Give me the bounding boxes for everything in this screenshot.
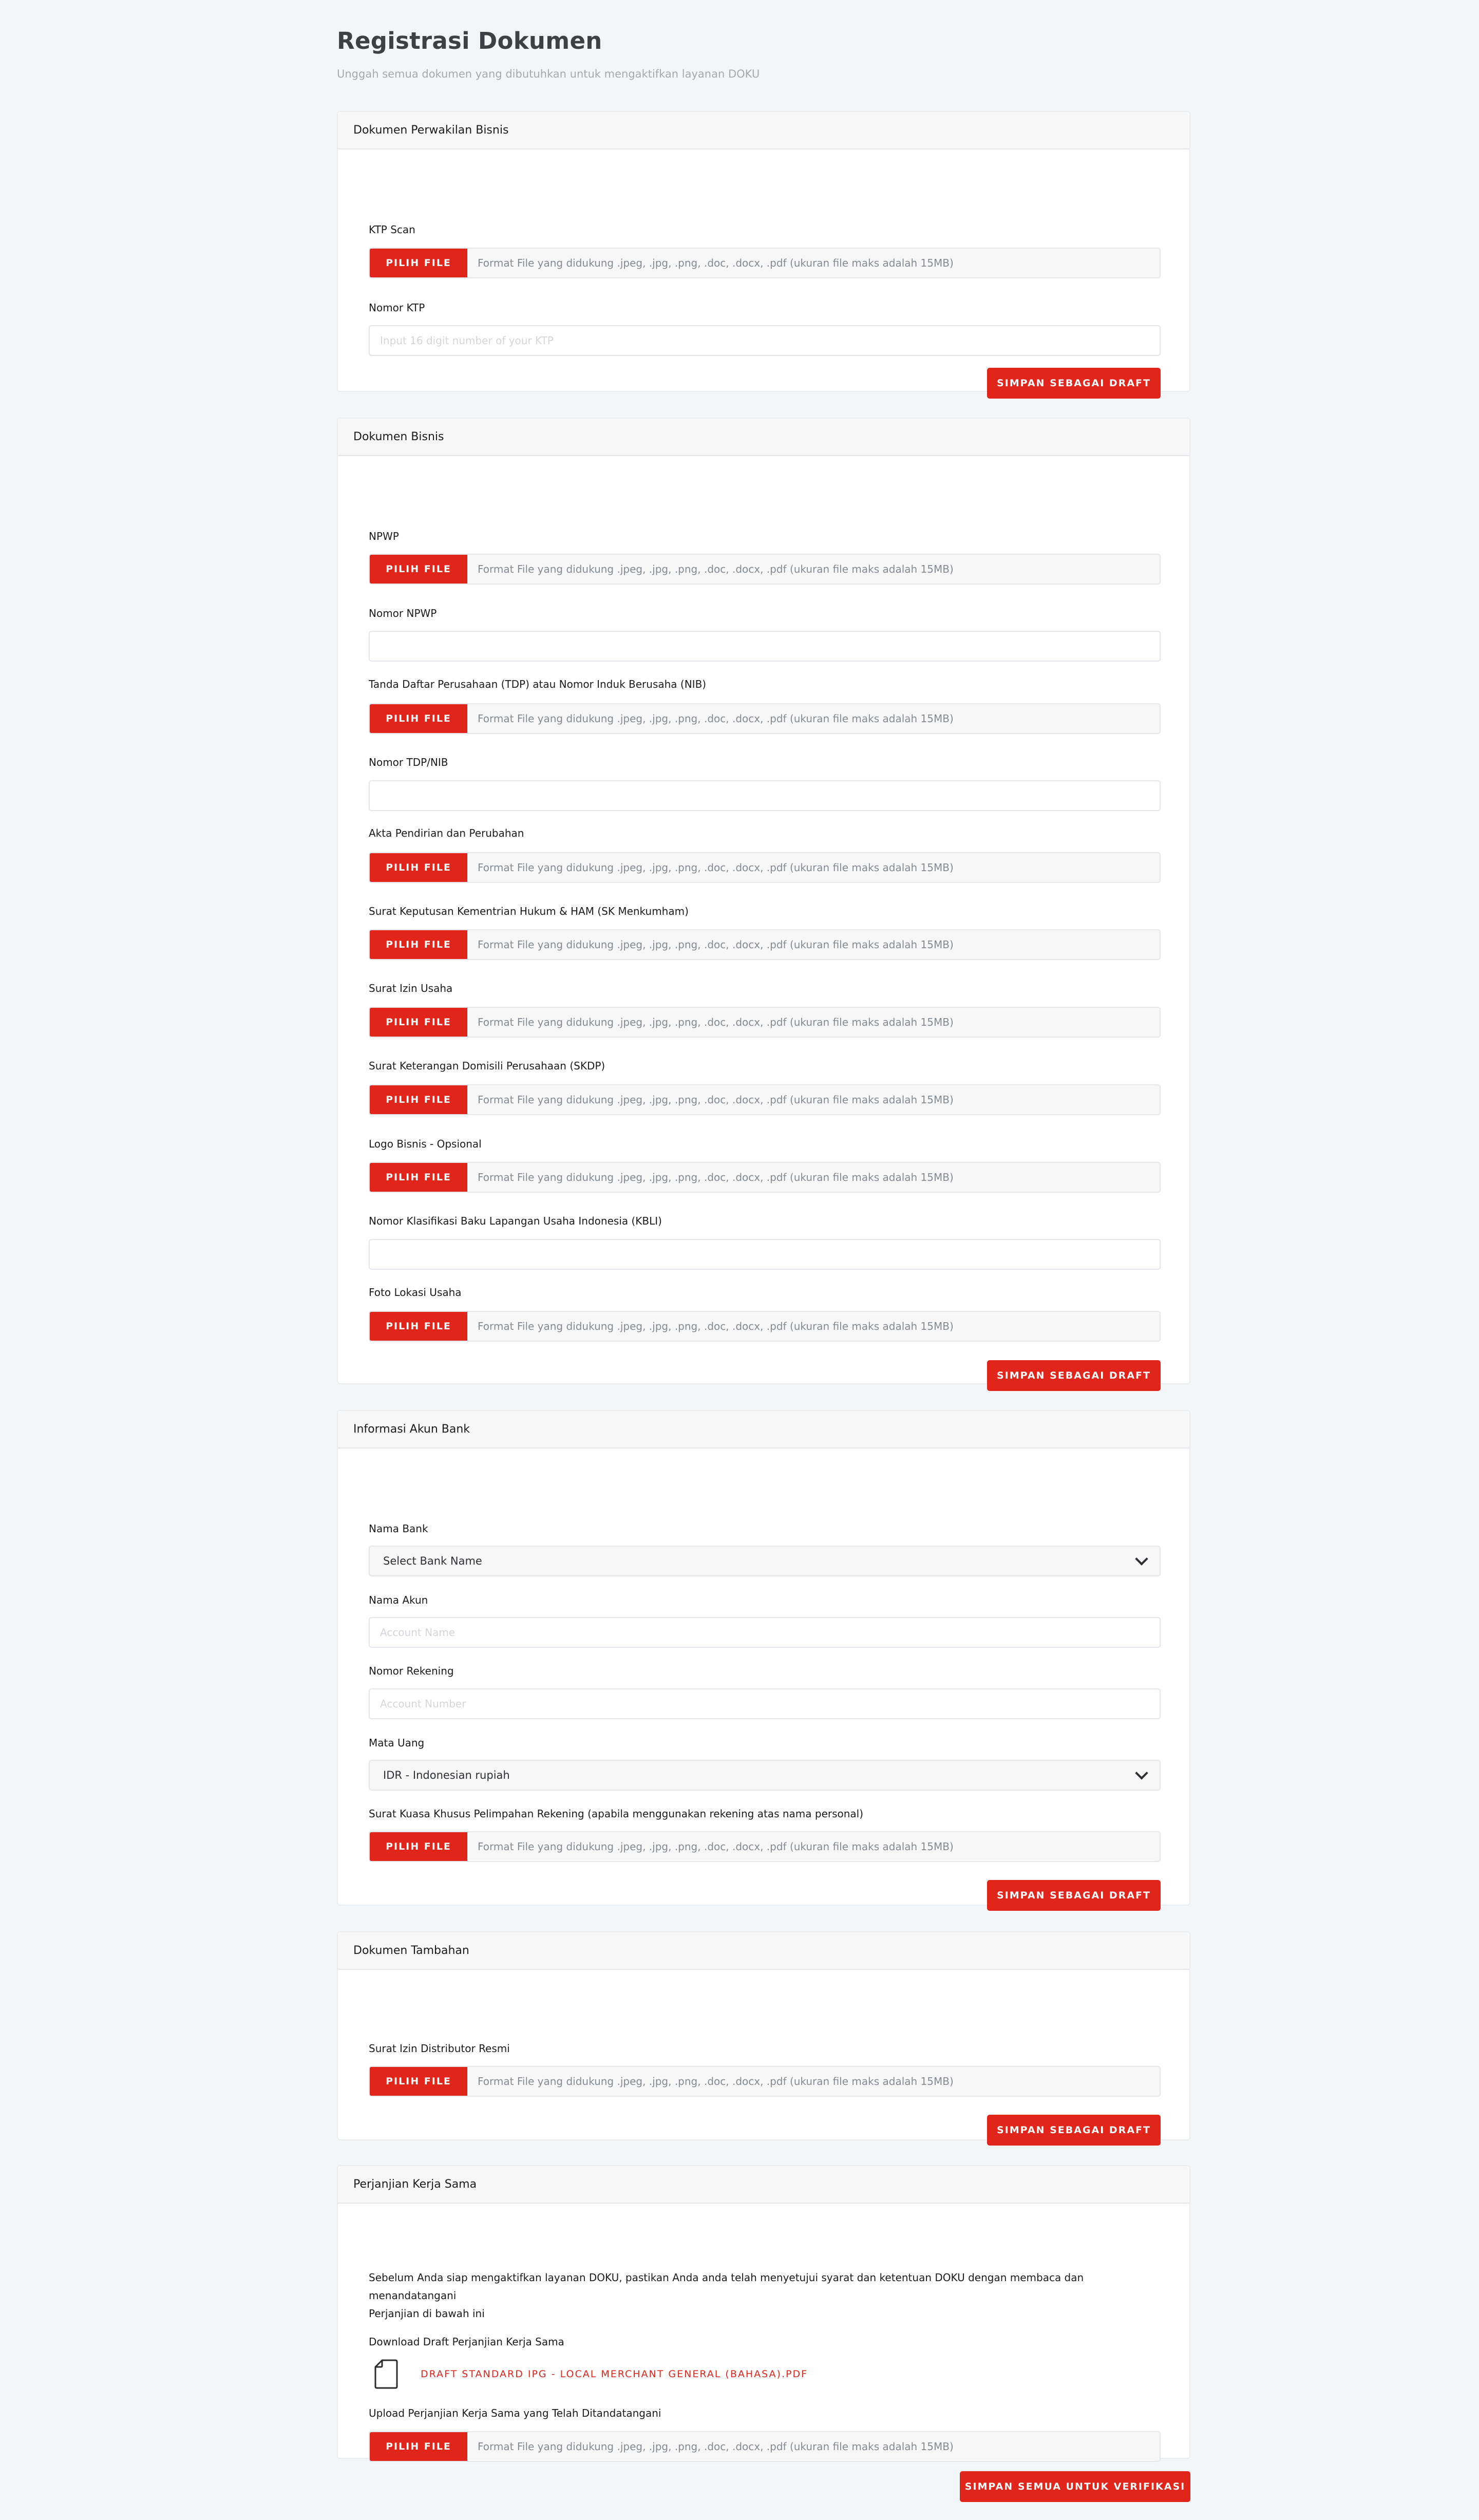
save-draft-button[interactable]: SIMPAN SEBAGAI DRAFT [987, 2115, 1161, 2146]
tdp-label: Tanda Daftar Perusahaan (TDP) atau Nomor… [369, 678, 707, 690]
chevron-down-icon [1135, 1552, 1148, 1566]
nomor-rekening-label: Nomor Rekening [369, 1665, 454, 1677]
perjanjian-intro-line-1: Sebelum Anda siap mengaktifkan layanan D… [369, 2271, 1084, 2302]
save-draft-button[interactable]: SIMPAN SEBAGAI DRAFT [987, 1360, 1161, 1391]
skdp-file-input[interactable]: PILIH FILE Format File yang didukung .jp… [369, 1084, 1161, 1115]
file-format-hint: Format File yang didukung .jpeg, .jpg, .… [478, 2440, 954, 2453]
upload-perjanjian-file-input[interactable]: PILIH FILE Format File yang didukung .jp… [369, 2431, 1161, 2462]
download-draft-link[interactable]: DRAFT STANDARD IPG - LOCAL MERCHANT GENE… [369, 2359, 808, 2390]
perjanjian-intro: Sebelum Anda siap mengaktifkan layanan D… [369, 2269, 1170, 2323]
logo-bisnis-label: Logo Bisnis - Opsional [369, 1138, 482, 1150]
page-container: Registrasi Dokumen Unggah semua dokumen … [337, 0, 1190, 81]
upload-perjanjian-label: Upload Perjanjian Kerja Sama yang Telah … [369, 2407, 661, 2419]
surat-kuasa-file-input[interactable]: PILIH FILE Format File yang didukung .jp… [369, 1831, 1161, 1862]
surat-izin-usaha-label: Surat Izin Usaha [369, 982, 453, 994]
document-icon [374, 2359, 398, 2389]
kbli-label: Nomor Klasifikasi Baku Lapangan Usaha In… [369, 1215, 662, 1227]
nomor-npwp-input[interactable] [369, 631, 1161, 662]
file-format-hint: Format File yang didukung .jpeg, .jpg, .… [478, 257, 954, 269]
choose-file-button[interactable]: PILIH FILE [370, 555, 467, 584]
nomor-tdp-input[interactable] [369, 780, 1161, 811]
akta-file-input[interactable]: PILIH FILE Format File yang didukung .jp… [369, 852, 1161, 883]
nomor-rekening-input[interactable]: Account Number [369, 1688, 1161, 1719]
foto-lokasi-label: Foto Lokasi Usaha [369, 1286, 462, 1299]
chevron-down-icon [1135, 1766, 1148, 1780]
card-header: Dokumen Bisnis [338, 419, 1189, 456]
nama-akun-input[interactable]: Account Name [369, 1617, 1161, 1648]
npwp-label: NPWP [369, 530, 399, 542]
nama-bank-selected-value: Select Bank Name [383, 1555, 482, 1567]
card-header: Dokumen Perwakilan Bisnis [338, 112, 1189, 149]
mata-uang-select[interactable]: IDR - Indonesian rupiah [369, 1760, 1161, 1791]
card-perwakilan-bisnis: Dokumen Perwakilan Bisnis KTP Scan PILIH… [337, 111, 1190, 399]
card-header: Perjanjian Kerja Sama [338, 2166, 1189, 2204]
nama-akun-label: Nama Akun [369, 1594, 428, 1606]
choose-file-button[interactable]: PILIH FILE [370, 1312, 467, 1341]
mata-uang-selected-value: IDR - Indonesian rupiah [383, 1769, 510, 1781]
nomor-npwp-label: Nomor NPWP [369, 607, 437, 619]
card-header: Informasi Akun Bank [338, 1411, 1189, 1449]
surat-kuasa-label: Surat Kuasa Khusus Pelimpahan Rekening (… [369, 1808, 864, 1820]
file-format-hint: Format File yang didukung .jpeg, .jpg, .… [478, 1320, 954, 1332]
mata-uang-label: Mata Uang [369, 1737, 425, 1749]
perjanjian-intro-line-2: Perjanjian di bawah ini [369, 2307, 485, 2320]
choose-file-button[interactable]: PILIH FILE [370, 1008, 467, 1037]
file-format-hint: Format File yang didukung .jpeg, .jpg, .… [478, 1840, 954, 1853]
page-title: Registrasi Dokumen [337, 27, 602, 54]
file-format-hint: Format File yang didukung .jpeg, .jpg, .… [478, 1094, 954, 1106]
download-draft-filename[interactable]: DRAFT STANDARD IPG - LOCAL MERCHANT GENE… [421, 2368, 808, 2380]
file-format-hint: Format File yang didukung .jpeg, .jpg, .… [478, 1171, 954, 1183]
file-format-hint: Format File yang didukung .jpeg, .jpg, .… [478, 861, 954, 874]
tdp-file-input[interactable]: PILIH FILE Format File yang didukung .jp… [369, 703, 1161, 734]
akta-label: Akta Pendirian dan Perubahan [369, 827, 524, 839]
choose-file-button[interactable]: PILIH FILE [370, 704, 467, 733]
save-draft-button[interactable]: SIMPAN SEBAGAI DRAFT [987, 368, 1161, 399]
card-informasi-akun-bank: Informasi Akun Bank Nama Bank Select Ban… [337, 1410, 1190, 1911]
card-dokumen-bisnis: Dokumen Bisnis NPWP PILIH FILE Format Fi… [337, 418, 1190, 1391]
choose-file-button[interactable]: PILIH FILE [370, 1085, 467, 1114]
choose-file-button[interactable]: PILIH FILE [370, 2067, 467, 2096]
nama-bank-select[interactable]: Select Bank Name [369, 1546, 1161, 1576]
ktp-scan-file-input[interactable]: PILIH FILE Format File yang didukung .jp… [369, 248, 1161, 278]
choose-file-button[interactable]: PILIH FILE [370, 1832, 467, 1861]
foto-lokasi-file-input[interactable]: PILIH FILE Format File yang didukung .jp… [369, 1311, 1161, 1342]
file-format-hint: Format File yang didukung .jpeg, .jpg, .… [478, 712, 954, 725]
nomor-ktp-input[interactable]: Input 16 digit number of your KTP [369, 325, 1161, 356]
file-format-hint: Format File yang didukung .jpeg, .jpg, .… [478, 938, 954, 951]
choose-file-button[interactable]: PILIH FILE [370, 1163, 467, 1192]
logo-bisnis-file-input[interactable]: PILIH FILE Format File yang didukung .jp… [369, 1162, 1161, 1193]
sk-menkumham-label: Surat Keputusan Kementrian Hukum & HAM (… [369, 905, 689, 917]
choose-file-button[interactable]: PILIH FILE [370, 2432, 467, 2461]
card-perjanjian-kerja-sama: Perjanjian Kerja Sama Sebelum Anda siap … [337, 2165, 1190, 2462]
card-header: Dokumen Tambahan [338, 1932, 1189, 1970]
card-dokumen-tambahan: Dokumen Tambahan Surat Izin Distributor … [337, 1931, 1190, 2146]
choose-file-button[interactable]: PILIH FILE [370, 249, 467, 277]
submit-all-button[interactable]: SIMPAN SEMUA UNTUK VERIFIKASI [960, 2471, 1190, 2502]
save-draft-button[interactable]: SIMPAN SEBAGAI DRAFT [987, 1880, 1161, 1911]
choose-file-button[interactable]: PILIH FILE [370, 853, 467, 882]
surat-izin-usaha-file-input[interactable]: PILIH FILE Format File yang didukung .jp… [369, 1007, 1161, 1038]
kbli-input[interactable] [369, 1239, 1161, 1270]
npwp-file-input[interactable]: PILIH FILE Format File yang didukung .jp… [369, 554, 1161, 585]
nama-bank-label: Nama Bank [369, 1522, 428, 1535]
nomor-ktp-label: Nomor KTP [369, 302, 425, 314]
surat-izin-distributor-label: Surat Izin Distributor Resmi [369, 2042, 510, 2055]
skdp-label: Surat Keterangan Domisili Perusahaan (SK… [369, 1060, 605, 1072]
ktp-scan-label: KTP Scan [369, 223, 415, 236]
file-format-hint: Format File yang didukung .jpeg, .jpg, .… [478, 2075, 954, 2088]
sk-menkumham-file-input[interactable]: PILIH FILE Format File yang didukung .jp… [369, 929, 1161, 960]
file-format-hint: Format File yang didukung .jpeg, .jpg, .… [478, 563, 954, 575]
surat-izin-distributor-file-input[interactable]: PILIH FILE Format File yang didukung .jp… [369, 2066, 1161, 2097]
file-format-hint: Format File yang didukung .jpeg, .jpg, .… [478, 1016, 954, 1028]
page-subtitle: Unggah semua dokumen yang dibutuhkan unt… [337, 68, 760, 80]
nomor-tdp-label: Nomor TDP/NIB [369, 756, 448, 768]
choose-file-button[interactable]: PILIH FILE [370, 930, 467, 959]
download-draft-label: Download Draft Perjanjian Kerja Sama [369, 2336, 564, 2348]
